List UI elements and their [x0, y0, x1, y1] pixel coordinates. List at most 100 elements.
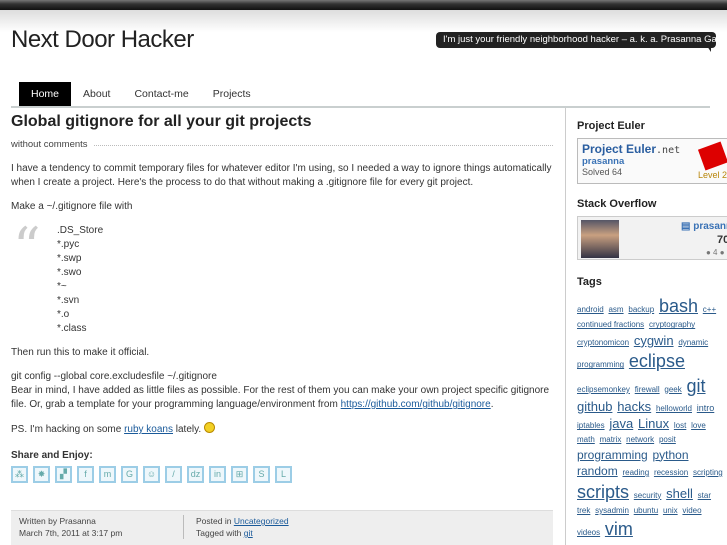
tag-scripting[interactable]: scripting	[693, 468, 723, 477]
quote-line: *.svn	[57, 295, 80, 306]
stumbleupon-icon[interactable]: S	[253, 466, 270, 483]
sidebar: Project Euler Project Euler.net prasanna…	[577, 120, 727, 542]
tag-scripts[interactable]: scripts	[577, 482, 629, 502]
tag-bash[interactable]: bash	[659, 296, 698, 316]
ps-text: PS. I'm hacking on some	[11, 424, 125, 435]
tag-ubuntu[interactable]: ubuntu	[634, 506, 658, 515]
google-bookmarks-icon[interactable]: G	[121, 466, 138, 483]
site-title[interactable]: Next Door Hacker	[11, 26, 194, 54]
tag-intro[interactable]: intro	[697, 403, 715, 413]
ruby-koans-link[interactable]: ruby koans	[124, 424, 173, 435]
tag-unix[interactable]: unix	[663, 506, 678, 515]
tag-asm[interactable]: asm	[608, 305, 623, 314]
nav-home[interactable]: Home	[19, 82, 72, 107]
reddit-icon[interactable]: ☺	[143, 466, 160, 483]
post-footer: Written by Prasanna March 7th, 2011 at 3:…	[11, 510, 553, 545]
post-title[interactable]: Global gitignore for all your git projec…	[11, 112, 553, 132]
dzone-icon[interactable]: dz	[187, 466, 204, 483]
nav-projects[interactable]: Projects	[201, 82, 263, 107]
tag-link[interactable]: git	[244, 528, 253, 538]
tag-github[interactable]: github	[577, 399, 612, 414]
share-heading: Share and Enjoy:	[11, 450, 93, 461]
tag-vim[interactable]: vim	[605, 519, 633, 539]
sidebar-divider	[565, 108, 566, 545]
project-euler-heading: Project Euler	[577, 120, 645, 132]
quote-line: *~	[57, 281, 67, 292]
so-badges: ● 4 ●	[706, 248, 725, 257]
tag-shell[interactable]: shell	[666, 486, 693, 501]
tag-linux[interactable]: Linux	[638, 416, 669, 431]
tag-java[interactable]: java	[609, 416, 633, 431]
tag-c-[interactable]: c++	[703, 305, 716, 314]
tag-math[interactable]: math	[577, 435, 595, 444]
tag-helloworld[interactable]: helloworld	[656, 404, 692, 413]
technorati-icon[interactable]: L	[275, 466, 292, 483]
tag-matrix[interactable]: matrix	[600, 435, 622, 444]
posted-in-label: Posted in	[196, 516, 234, 526]
share-icons: ⁂ ✸ ▞ f m G ☺ / dz in ⊞ S L	[11, 466, 553, 483]
tag-network[interactable]: network	[626, 435, 654, 444]
tag-cygwin[interactable]: cygwin	[634, 333, 674, 348]
gitignore-link[interactable]: https://github.com/github/gitignore	[341, 399, 491, 410]
so-reputation: 70	[717, 234, 727, 246]
tag-geek[interactable]: geek	[664, 385, 681, 394]
mixx-icon[interactable]: m	[99, 466, 116, 483]
ps-text-end: lately.	[173, 424, 202, 435]
post-date: March 7th, 2011 at 3:17 pm	[19, 528, 123, 538]
tag-cryptography[interactable]: cryptography	[649, 320, 695, 329]
author: Written by Prasanna	[19, 516, 96, 526]
project-euler-badge[interactable]: Project Euler.net prasanna Solved 64 Lev…	[577, 138, 727, 184]
paragraph-intro: I have a tendency to commit temporary fi…	[11, 163, 552, 188]
tag-sysadmin[interactable]: sysadmin	[595, 506, 629, 515]
tag-lost[interactable]: lost	[674, 421, 686, 430]
quote-line: *.pyc	[57, 239, 80, 250]
category-link[interactable]: Uncategorized	[234, 516, 289, 526]
tag-love[interactable]: love	[691, 421, 706, 430]
post: Global gitignore for all your git projec…	[11, 112, 553, 483]
live-icon[interactable]: ⊞	[231, 466, 248, 483]
tag-backup[interactable]: backup	[628, 305, 654, 314]
tag-recession[interactable]: recession	[654, 468, 688, 477]
tag-eclipsemonkey[interactable]: eclipsemonkey	[577, 385, 630, 394]
tag-posit[interactable]: posit	[659, 435, 676, 444]
tag-git[interactable]: git	[687, 376, 706, 396]
tag-cryptonomicon[interactable]: cryptonomicon	[577, 338, 629, 347]
tag-hacks[interactable]: hacks	[617, 399, 651, 414]
linkedin-icon[interactable]: in	[209, 466, 226, 483]
tag-reading[interactable]: reading	[622, 468, 649, 477]
nav-about[interactable]: About	[71, 82, 122, 107]
sphinn-icon[interactable]: ✸	[33, 466, 50, 483]
paragraph-ps: PS. I'm hacking on some ruby koans latel…	[11, 422, 553, 437]
quote-line: .DS_Store	[57, 225, 104, 236]
digg-icon[interactable]: ⁂	[11, 466, 28, 483]
delicious-icon[interactable]: ▞	[55, 466, 72, 483]
tag-random[interactable]: random	[577, 464, 618, 478]
tag-programming[interactable]: programming	[577, 448, 648, 462]
smiley-icon	[204, 422, 216, 433]
quote-line: *.swo	[57, 267, 82, 278]
quote-icon: “	[13, 216, 41, 279]
pe-logo: Project Euler	[582, 142, 657, 156]
tag-eclipse[interactable]: eclipse	[629, 351, 685, 371]
config-command: git config --global core.excludesfile ~/…	[11, 371, 217, 382]
tag-firewall[interactable]: firewall	[635, 385, 660, 394]
stack-overflow-flair[interactable]: ▤ prasanna 70 ● 4 ●	[577, 216, 727, 260]
blinklist-icon[interactable]: /	[165, 466, 182, 483]
tagline-bubble: I'm just your friendly neighborhood hack…	[436, 32, 716, 48]
tagline-tail	[707, 46, 711, 52]
quote-line: *.class	[57, 323, 87, 334]
tag-video[interactable]: video	[682, 506, 701, 515]
tag-python[interactable]: python	[652, 448, 688, 462]
tag-videos[interactable]: videos	[577, 528, 600, 537]
top-bar	[0, 0, 727, 10]
tag-iptables[interactable]: iptables	[577, 421, 605, 430]
nav-contact[interactable]: Contact-me	[122, 82, 200, 107]
facebook-icon[interactable]: f	[77, 466, 94, 483]
main-nav: Home About Contact-me Projects	[19, 82, 263, 107]
paragraph-run: Then run this to make it official.	[11, 347, 150, 358]
tag-continued-fractions[interactable]: continued fractions	[577, 320, 644, 329]
tag-android[interactable]: android	[577, 305, 604, 314]
comments-link[interactable]: without comments	[11, 138, 88, 152]
quote-line: *.swp	[57, 253, 82, 264]
tag-security[interactable]: security	[634, 491, 662, 500]
